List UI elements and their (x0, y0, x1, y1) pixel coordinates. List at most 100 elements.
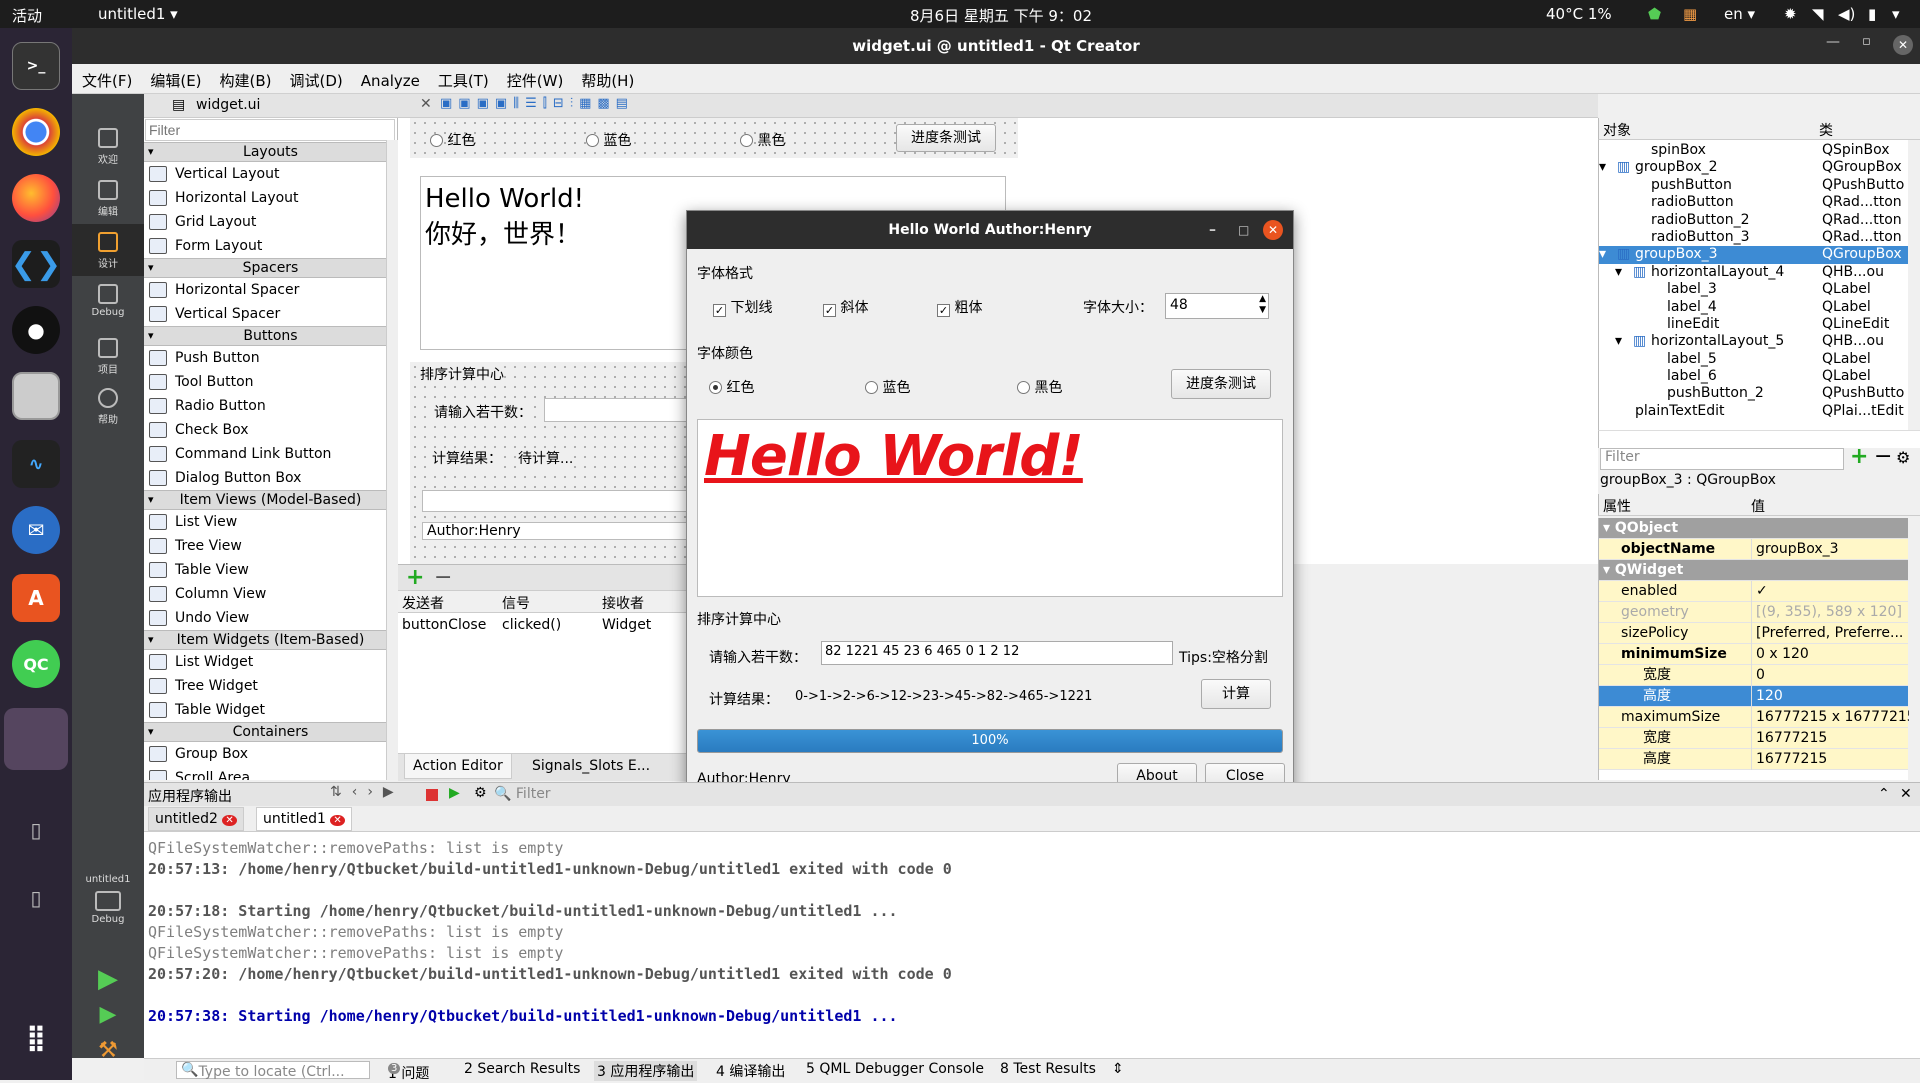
numbers-input[interactable]: 82 1221 45 23 6 465 0 1 2 12 (821, 641, 1173, 665)
more-panes-icon[interactable]: ⇕ (1112, 1061, 1124, 1077)
tab-untitled1[interactable]: untitled1 ✕ (256, 807, 352, 831)
status-compile-output[interactable]: 4 编译输出 (716, 1061, 785, 1081)
widget-item[interactable]: Vertical Layout (144, 162, 397, 186)
status-qml-debugger[interactable]: 5 QML Debugger Console (806, 1061, 984, 1077)
property-row[interactable]: geometry [(9, 355), 589 x 120] (1599, 602, 1908, 623)
mode-edit[interactable]: 编辑 (72, 180, 144, 218)
tab-action-editor[interactable]: Action Editor (404, 754, 512, 779)
status-test-results[interactable]: 8 Test Results (1000, 1061, 1096, 1077)
property-row[interactable]: maximumSize 16777215 x 16777215 (1599, 707, 1909, 728)
maximize-pane-icon[interactable]: ⌃ (1878, 786, 1890, 802)
object-tree-row[interactable]: label_5 QLabel (1599, 351, 1908, 368)
object-tree-row[interactable]: pushButton QPushButto (1599, 177, 1908, 194)
property-section[interactable]: ▾ QWidget (1599, 560, 1908, 581)
widget-category[interactable]: Buttons (144, 326, 397, 346)
settings-gear-icon[interactable]: ⚙ (474, 785, 487, 801)
widget-category[interactable]: Item Widgets (Item-Based) (144, 630, 397, 650)
menu-tools[interactable]: 工具(T) (428, 64, 497, 91)
qt-creator-icon[interactable]: QC (12, 640, 60, 688)
close-icon[interactable]: ✕ (1893, 35, 1913, 55)
dialog-radio-black[interactable]: 黑色 (1017, 377, 1062, 397)
locator-input[interactable]: 🔍 Type to locate (Ctrl... (176, 1061, 370, 1080)
col-sender[interactable]: 发送者 (402, 593, 444, 613)
usb-drive-icon-2[interactable]: ▯ (12, 874, 60, 922)
object-tree-row[interactable]: label_6 QLabel (1599, 368, 1908, 385)
widget-item[interactable]: Push Button (144, 346, 397, 370)
debug-run-icon[interactable]: ▶ (72, 1002, 144, 1027)
status-app-output[interactable]: 3 应用程序输出 (594, 1061, 698, 1081)
object-tree-row[interactable]: label_3 QLabel (1599, 281, 1908, 298)
object-tree-row[interactable]: spinBox QSpinBox (1599, 142, 1908, 159)
widget-item[interactable]: Command Link Button (144, 442, 397, 466)
object-tree-row[interactable]: ▾ ▥ horizontalLayout_4 QHB...ou (1599, 264, 1908, 281)
connection-row[interactable]: buttonClose clicked() Widget (398, 613, 698, 637)
menu-analyze[interactable]: Analyze (351, 66, 428, 90)
expand-arrow-icon[interactable]: ▾ (1599, 159, 1606, 176)
object-tree-row[interactable]: radioButton_3 QRad...tton (1599, 229, 1908, 246)
tab-signals-slots[interactable]: Signals_Slots E... (532, 758, 650, 774)
widget-item[interactable]: Scroll Area (144, 766, 397, 780)
run-icon[interactable]: ▶ (72, 964, 144, 994)
calendar-icon[interactable]: ▦ (1683, 5, 1697, 23)
underline-checkbox[interactable]: ✓ 下划线 (713, 297, 772, 317)
mode-help[interactable]: 帮助 (72, 388, 144, 426)
property-row[interactable]: sizePolicy [Preferred, Preferre... (1599, 623, 1908, 644)
dialog-text-edit[interactable]: Hello World! (697, 419, 1283, 597)
widget-item[interactable]: Horizontal Spacer (144, 278, 397, 302)
widget-box-scrollbar[interactable] (386, 140, 398, 780)
volume-icon[interactable]: ◀) (1838, 5, 1855, 23)
menu-debug[interactable]: 调试(D) (280, 64, 351, 91)
widget-item[interactable]: Vertical Spacer (144, 302, 397, 326)
vscode-icon[interactable]: ❮❯ (11, 240, 61, 288)
terminal-icon[interactable]: >_ (12, 42, 60, 90)
property-section[interactable]: ▾ QObject (1599, 518, 1908, 539)
mode-projects[interactable]: 项目 (72, 338, 144, 376)
remove-connection-icon[interactable]: − (434, 565, 452, 590)
widget-item[interactable]: Grid Layout (144, 210, 397, 234)
minimize-icon[interactable]: — (1826, 34, 1840, 50)
widget-item[interactable]: Group Box (144, 742, 397, 766)
property-row[interactable]: 宽度 0 (1599, 665, 1908, 686)
kit-selector[interactable]: untitled1 Debug (72, 874, 144, 925)
build-hammer-icon[interactable]: ⚒ (72, 1038, 144, 1063)
col-receiver[interactable]: 接收者 (602, 593, 644, 613)
form-progress-button[interactable]: 进度条测试 (896, 124, 996, 152)
mode-welcome[interactable]: 欢迎 (72, 128, 144, 166)
menu-controls[interactable]: 控件(W) (497, 64, 572, 91)
editor-tab[interactable]: widget.ui (196, 97, 260, 113)
chrome-icon[interactable] (12, 108, 60, 156)
power-menu-icon[interactable]: ▾ (1892, 5, 1900, 23)
widget-item[interactable]: Tree Widget (144, 674, 397, 698)
widget-category[interactable]: Containers (144, 722, 397, 742)
expand-arrow-icon[interactable]: ▾ (1615, 333, 1622, 350)
menu-edit[interactable]: 编辑(E) (140, 64, 209, 91)
menu-build[interactable]: 构建(B) (210, 64, 280, 91)
tab-close-icon[interactable]: ✕ (222, 815, 237, 826)
mode-design[interactable]: 设计 (72, 224, 144, 276)
tab-untitled2[interactable]: untitled2 ✕ (148, 807, 244, 831)
widget-category[interactable]: Item Views (Model-Based) (144, 490, 397, 510)
qq-penguin-icon[interactable]: ● (12, 306, 60, 354)
usb-drive-icon[interactable]: ▯ (12, 806, 60, 854)
add-connection-icon[interactable]: + (406, 565, 424, 590)
widget-item[interactable]: Tree View (144, 534, 397, 558)
widget-item[interactable]: Table View (144, 558, 397, 582)
add-property-icon[interactable]: + (1850, 444, 1868, 469)
menu-help[interactable]: 帮助(H) (571, 64, 642, 91)
object-inspector-hscroll[interactable] (1598, 430, 1920, 448)
application-output[interactable]: QFileSystemWatcher::removePaths: list is… (144, 832, 1920, 1058)
radio-blue[interactable] (586, 134, 599, 147)
font-size-spinbox[interactable]: 48 ▲ ▼ (1165, 293, 1269, 319)
rerun-icon[interactable]: ▶ (449, 785, 460, 801)
temperature-indicator[interactable]: 40°C 1% (1546, 5, 1612, 23)
widget-filter-input[interactable] (145, 119, 395, 141)
calculate-button[interactable]: 计算 (1201, 679, 1271, 709)
radio-red[interactable] (430, 134, 443, 147)
widget-item[interactable]: Table Widget (144, 698, 397, 722)
status-search-results[interactable]: 2 Search Results (464, 1061, 580, 1077)
widget-category[interactable]: Spacers (144, 258, 397, 278)
output-filter-input[interactable]: 🔍 Filter (494, 786, 551, 802)
widget-item[interactable]: Column View (144, 582, 397, 606)
show-apps-icon[interactable]: ⣿ (12, 1014, 60, 1062)
clock[interactable]: 8月6日 星期五 下午 9：02 (910, 5, 1092, 26)
